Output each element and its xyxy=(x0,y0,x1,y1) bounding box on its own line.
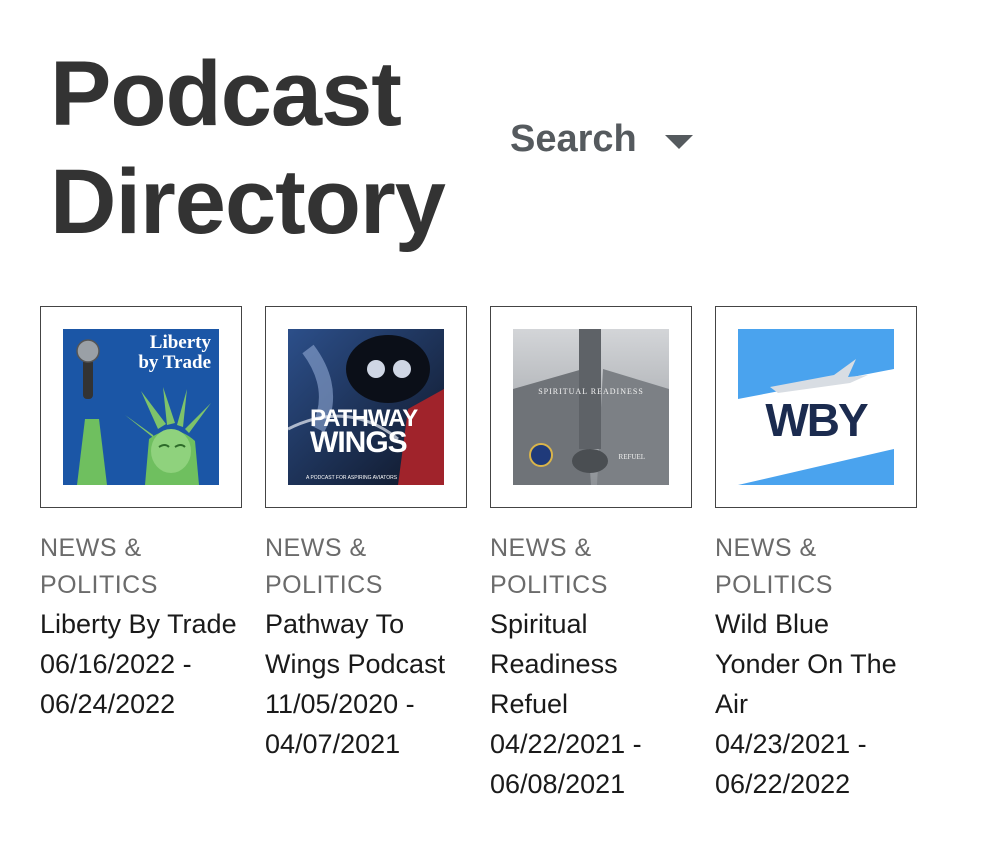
search-dropdown-toggle[interactable]: Search xyxy=(510,118,693,161)
page-title-line-2: Directory xyxy=(50,151,446,253)
podcast-category: NEWS & POLITICS xyxy=(265,530,467,604)
podcast-card[interactable]: SPIRITUAL READINESS REFUEL NEWS & POLITI… xyxy=(490,306,692,804)
artwork-subtitle: REFUEL xyxy=(618,453,645,461)
artwork-title-line-2: by Trade xyxy=(138,352,211,373)
podcast-title-link[interactable]: Pathway To Wings Podcast xyxy=(265,604,467,684)
podcast-category: NEWS & POLITICS xyxy=(490,530,692,604)
podcast-date-range: 04/22/2021 - 06/08/2021 xyxy=(490,729,642,799)
page-header: Podcast Directory Search xyxy=(50,40,770,260)
podcast-title-link[interactable]: Wild Blue Yonder On The Air xyxy=(715,604,917,724)
category-line-2: POLITICS xyxy=(40,571,158,599)
artwork-title: WBY xyxy=(765,394,868,446)
podcast-thumbnail[interactable]: SPIRITUAL READINESS REFUEL xyxy=(490,306,692,508)
category-line-2: POLITICS xyxy=(715,571,833,599)
artwork-title-line-2: WINGS xyxy=(310,426,408,459)
artwork-subtitle: A PODCAST FOR ASPIRING AVIATORS xyxy=(306,475,398,481)
search-label: Search xyxy=(510,118,637,160)
podcast-card[interactable]: PATHWAY WINGS A PODCAST FOR ASPIRING AVI… xyxy=(265,306,467,804)
podcast-date-range: 11/05/2020 - 04/07/2021 xyxy=(265,689,415,759)
category-line-1: NEWS & xyxy=(40,534,142,562)
category-line-1: NEWS & xyxy=(265,534,367,562)
podcast-card[interactable]: Liberty by Trade NEWS & POLITICS Liberty… xyxy=(40,306,242,804)
podcast-thumbnail[interactable]: WBY xyxy=(715,306,917,508)
podcast-title-link[interactable]: Spiritual Readiness Refuel xyxy=(490,604,692,724)
spiritual-readiness-refuel-artwork: SPIRITUAL READINESS REFUEL xyxy=(513,329,669,485)
pathway-to-wings-artwork: PATHWAY WINGS A PODCAST FOR ASPIRING AVI… xyxy=(288,329,444,485)
chevron-down-icon xyxy=(664,134,693,149)
podcast-thumbnail[interactable]: Liberty by Trade xyxy=(40,306,242,508)
podcast-category: NEWS & POLITICS xyxy=(715,530,917,604)
category-line-1: NEWS & xyxy=(715,534,817,562)
artwork-title: SPIRITUAL READINESS xyxy=(538,387,644,396)
podcast-card[interactable]: WBY NEWS & POLITICS Wild Blue Yonder On … xyxy=(715,306,917,804)
category-line-1: NEWS & xyxy=(490,534,592,562)
podcast-title-link[interactable]: Liberty By Trade xyxy=(40,604,242,644)
podcast-date-range: 04/23/2021 - 06/22/2022 xyxy=(715,729,867,799)
category-line-2: POLITICS xyxy=(265,571,383,599)
category-line-2: POLITICS xyxy=(490,571,608,599)
artwork-title: Liberty by Trade xyxy=(138,333,211,373)
podcast-thumbnail[interactable]: PATHWAY WINGS A PODCAST FOR ASPIRING AVI… xyxy=(265,306,467,508)
podcast-date-range: 06/16/2022 - 06/24/2022 xyxy=(40,649,192,719)
wild-blue-yonder-artwork: WBY xyxy=(738,329,894,485)
podcast-category: NEWS & POLITICS xyxy=(40,530,242,604)
podcast-grid: Liberty by Trade NEWS & POLITICS Liberty… xyxy=(40,306,917,804)
liberty-by-trade-artwork: Liberty by Trade xyxy=(63,329,219,485)
page-title-line-1: Podcast xyxy=(50,43,402,145)
artwork-title-line-1: Liberty xyxy=(149,332,211,353)
artwork-title: PATHWAY WINGS xyxy=(310,407,418,459)
